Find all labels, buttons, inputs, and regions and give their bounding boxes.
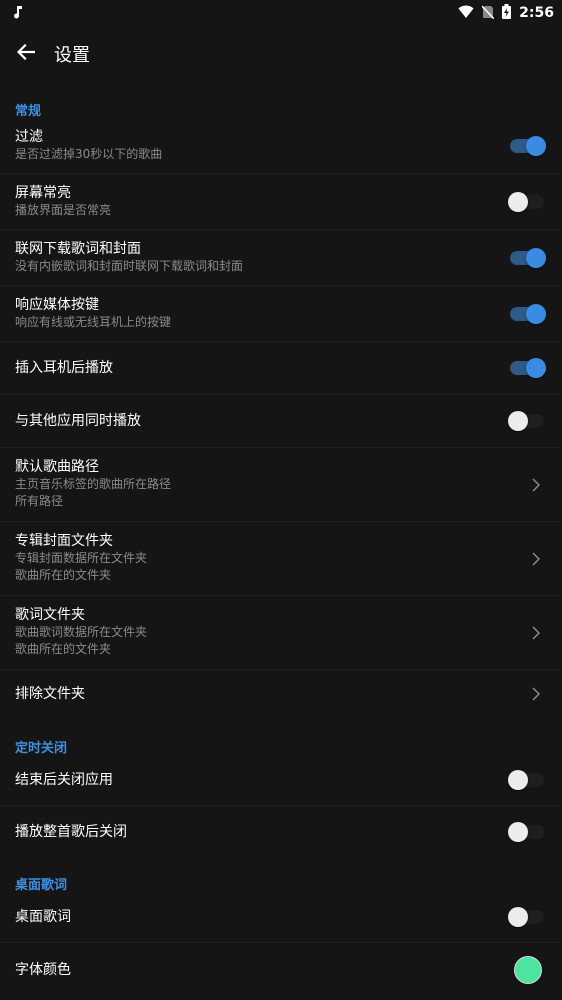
setting-desktop-lyrics[interactable]: 桌面歌词 (0, 891, 562, 943)
setting-title: 默认歌曲路径 (15, 459, 99, 475)
desktop-lyrics-toggle[interactable] (508, 907, 544, 927)
screen-on-toggle[interactable] (508, 192, 544, 212)
section-header-general: 常规 (15, 104, 42, 119)
setting-subtitle: 是否过滤掉30秒以下的歌曲 (15, 147, 163, 161)
setting-subtitle: 响应有线或无线耳机上的按键 (15, 315, 172, 329)
setting-title: 插入耳机后播放 (15, 360, 113, 376)
setting-default-path[interactable]: 默认歌曲路径 主页音乐标签的歌曲所在路径 所有路径 (0, 448, 562, 522)
setting-close-after-song[interactable]: 播放整首歌后关闭 (0, 806, 562, 858)
setting-filter[interactable]: 过滤 是否过滤掉30秒以下的歌曲 (0, 118, 562, 174)
setting-subtitle: 歌曲歌词数据所在文件夹 (15, 625, 148, 639)
chevron-right-icon (530, 686, 542, 702)
setting-lyrics-folder[interactable]: 歌词文件夹 歌曲歌词数据所在文件夹 歌曲所在的文件夹 (0, 596, 562, 670)
filter-toggle[interactable] (510, 136, 546, 156)
setting-title: 歌词文件夹 (15, 607, 85, 623)
setting-title: 结束后关闭应用 (15, 772, 113, 788)
arrow-left-icon (16, 43, 36, 64)
wifi-icon (458, 4, 474, 23)
back-button[interactable] (0, 26, 52, 82)
setting-subtitle: 专辑封面数据所在文件夹 (15, 551, 148, 565)
media-buttons-toggle[interactable] (510, 304, 546, 324)
setting-title: 专辑封面文件夹 (15, 533, 113, 549)
setting-font-color[interactable]: 字体颜色 (0, 943, 562, 997)
setting-subtitle: 主页音乐标签的歌曲所在路径 (15, 477, 172, 491)
chevron-right-icon (530, 625, 542, 641)
setting-value: 歌曲所在的文件夹 (15, 568, 112, 582)
setting-media-buttons[interactable]: 响应媒体按键 响应有线或无线耳机上的按键 (0, 286, 562, 342)
setting-screen-on[interactable]: 屏幕常亮 播放界面是否常亮 (0, 174, 562, 230)
setting-title: 过滤 (15, 129, 43, 145)
setting-headset-play[interactable]: 插入耳机后播放 (0, 342, 562, 395)
setting-title: 播放整首歌后关闭 (15, 824, 127, 840)
battery-charging-icon (502, 3, 512, 23)
setting-cover-folder[interactable]: 专辑封面文件夹 专辑封面数据所在文件夹 歌曲所在的文件夹 (0, 522, 562, 596)
download-lyrics-toggle[interactable] (510, 248, 546, 268)
font-color-swatch[interactable] (514, 956, 542, 984)
headset-play-toggle[interactable] (510, 358, 546, 378)
close-app-after-toggle[interactable] (508, 770, 544, 790)
setting-title: 与其他应用同时播放 (15, 413, 141, 429)
setting-subtitle: 播放界面是否常亮 (15, 203, 112, 217)
close-after-song-toggle[interactable] (508, 822, 544, 842)
chevron-right-icon (530, 551, 542, 567)
setting-exclude-folder[interactable]: 排除文件夹 (0, 670, 562, 720)
music-note-icon (12, 4, 24, 23)
status-bar: 2:56 (0, 0, 562, 26)
setting-download-lyrics[interactable]: 联网下载歌词和封面 没有内嵌歌词和封面时联网下载歌词和封面 (0, 230, 562, 286)
setting-title: 排除文件夹 (15, 686, 85, 702)
setting-close-app-after[interactable]: 结束后关闭应用 (0, 754, 562, 806)
status-time: 2:56 (519, 5, 554, 21)
setting-title: 屏幕常亮 (15, 185, 71, 201)
app-bar: 设置 (0, 26, 562, 82)
mix-play-toggle[interactable] (508, 411, 544, 431)
setting-subtitle: 没有内嵌歌词和封面时联网下载歌词和封面 (15, 259, 244, 273)
setting-value: 所有路径 (15, 494, 64, 508)
setting-title: 响应媒体按键 (15, 297, 99, 313)
setting-title: 联网下载歌词和封面 (15, 241, 141, 257)
setting-value: 歌曲所在的文件夹 (15, 642, 112, 656)
chevron-right-icon (530, 477, 542, 493)
page-title: 设置 (54, 45, 90, 66)
no-sim-icon (481, 4, 495, 23)
setting-title: 字体颜色 (15, 962, 71, 978)
setting-title: 桌面歌词 (15, 909, 71, 925)
setting-mix-play[interactable]: 与其他应用同时播放 (0, 395, 562, 448)
